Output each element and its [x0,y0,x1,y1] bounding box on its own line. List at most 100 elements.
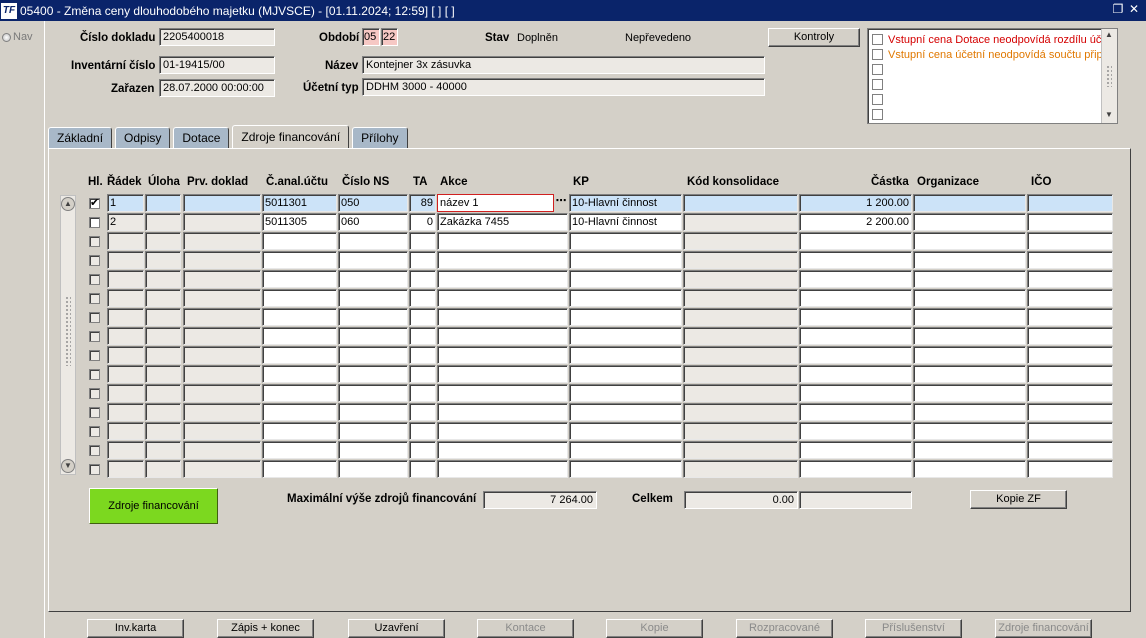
cell-akce[interactable] [437,251,568,269]
cell-castka[interactable]: 1 200.00 [799,194,912,212]
control-messages-list[interactable]: Vstupní cena Dotace neodpovídá rozdílu ú… [867,28,1118,124]
cell-uloha[interactable] [145,213,181,231]
zapis-konec-button[interactable]: Zápis + konec [217,619,314,638]
cell-org[interactable] [913,327,1026,345]
cell-uloha[interactable] [145,194,181,212]
cell-castka[interactable] [799,308,912,326]
cell-org[interactable] [913,213,1026,231]
cell-uloha[interactable] [145,346,181,364]
cell-ico[interactable] [1027,384,1113,402]
cell-akce[interactable] [437,327,568,345]
cell-uloha[interactable] [145,365,181,383]
cell-akce[interactable] [437,289,568,307]
cell-canal[interactable] [262,441,337,459]
cell-kp[interactable]: 10-Hlavní činnost [569,194,682,212]
zdroje-financovani-bottom-button[interactable]: Zdroje financování [995,619,1092,638]
cell-akce[interactable]: Zakázka 7455 [437,213,568,231]
cell-kp[interactable] [569,422,682,440]
cell-radek[interactable] [107,346,144,364]
kopie-button[interactable]: Kopie [606,619,703,638]
cell-ta[interactable] [409,346,436,364]
row-main-checkbox[interactable] [89,255,100,266]
cell-akce[interactable] [437,270,568,288]
zarazen-field[interactable]: 28.07.2000 00:00:00 [159,79,275,97]
cell-uloha[interactable] [145,403,181,421]
cell-ico[interactable] [1027,346,1113,364]
cell-radek[interactable] [107,327,144,345]
cell-ns[interactable] [338,384,408,402]
cell-prv[interactable] [183,403,261,421]
table-scrollbar[interactable]: ▲ ▼ [60,195,76,475]
cell-ico[interactable] [1027,213,1113,231]
row-main-checkbox[interactable] [89,350,100,361]
inv-karta-button[interactable]: Inv.karta [87,619,184,638]
cell-uloha[interactable] [145,289,181,307]
cell-radek[interactable] [107,422,144,440]
cell-kod[interactable] [683,422,798,440]
cell-kp[interactable] [569,232,682,250]
message-checkbox[interactable] [872,49,883,60]
nav-toggle[interactable]: Nav [2,31,33,43]
cislo-dokladu-field[interactable]: 2205400018 [159,28,275,46]
cell-canal[interactable] [262,308,337,326]
row-main-checkbox[interactable] [89,388,100,399]
row-main-checkbox[interactable] [89,445,100,456]
message-checkbox[interactable] [872,109,883,120]
cell-canal[interactable] [262,289,337,307]
cell-castka[interactable] [799,422,912,440]
cell-ta[interactable] [409,441,436,459]
cell-ta[interactable] [409,289,436,307]
cell-castka[interactable] [799,270,912,288]
cell-org[interactable] [913,308,1026,326]
tab-dotace[interactable]: Dotace [173,127,230,149]
scroll-up-icon[interactable]: ▲ [61,197,75,211]
cell-ns[interactable] [338,422,408,440]
cell-ns[interactable] [338,346,408,364]
cell-kod[interactable] [683,308,798,326]
cell-canal[interactable] [262,403,337,421]
cell-canal[interactable] [262,384,337,402]
cell-radek[interactable] [107,270,144,288]
cell-kod[interactable] [683,232,798,250]
cell-ta[interactable] [409,460,436,478]
cell-castka[interactable] [799,327,912,345]
kopie-zf-button[interactable]: Kopie ZF [970,490,1067,509]
cell-canal[interactable]: 5011301 [262,194,337,212]
cell-radek[interactable]: 1 [107,194,144,212]
cell-uloha[interactable] [145,270,181,288]
row-main-checkbox[interactable] [89,369,100,380]
cell-ico[interactable] [1027,422,1113,440]
cell-ico[interactable] [1027,403,1113,421]
cell-ns[interactable] [338,365,408,383]
cell-ico[interactable] [1027,441,1113,459]
cell-ico[interactable] [1027,327,1113,345]
cell-uloha[interactable] [145,251,181,269]
cell-prv[interactable] [183,327,261,345]
cell-radek[interactable] [107,365,144,383]
cell-ico[interactable] [1027,460,1113,478]
cell-org[interactable] [913,384,1026,402]
scroll-down-icon[interactable]: ▼ [1102,110,1116,122]
cell-akce[interactable] [437,365,568,383]
cell-kp[interactable] [569,460,682,478]
cell-akce[interactable] [437,441,568,459]
uzavreni-button[interactable]: Uzavření [348,619,445,638]
celkem-field[interactable]: 0.00 [684,491,798,509]
cell-ta[interactable]: 89 [409,194,436,212]
cell-canal[interactable]: 5011305 [262,213,337,231]
cell-radek[interactable] [107,460,144,478]
cell-akce[interactable]: název 1 [437,194,554,212]
cell-org[interactable] [913,270,1026,288]
cell-ns[interactable] [338,460,408,478]
cell-kod[interactable] [683,213,798,231]
cell-kod[interactable] [683,460,798,478]
cell-kod[interactable] [683,346,798,364]
tab-odpisy[interactable]: Odpisy [115,127,171,149]
cell-canal[interactable] [262,232,337,250]
cell-ns[interactable] [338,403,408,421]
cell-uloha[interactable] [145,232,181,250]
cell-org[interactable] [913,194,1026,212]
cell-akce[interactable] [437,232,568,250]
cell-ta[interactable] [409,384,436,402]
cell-kod[interactable] [683,270,798,288]
